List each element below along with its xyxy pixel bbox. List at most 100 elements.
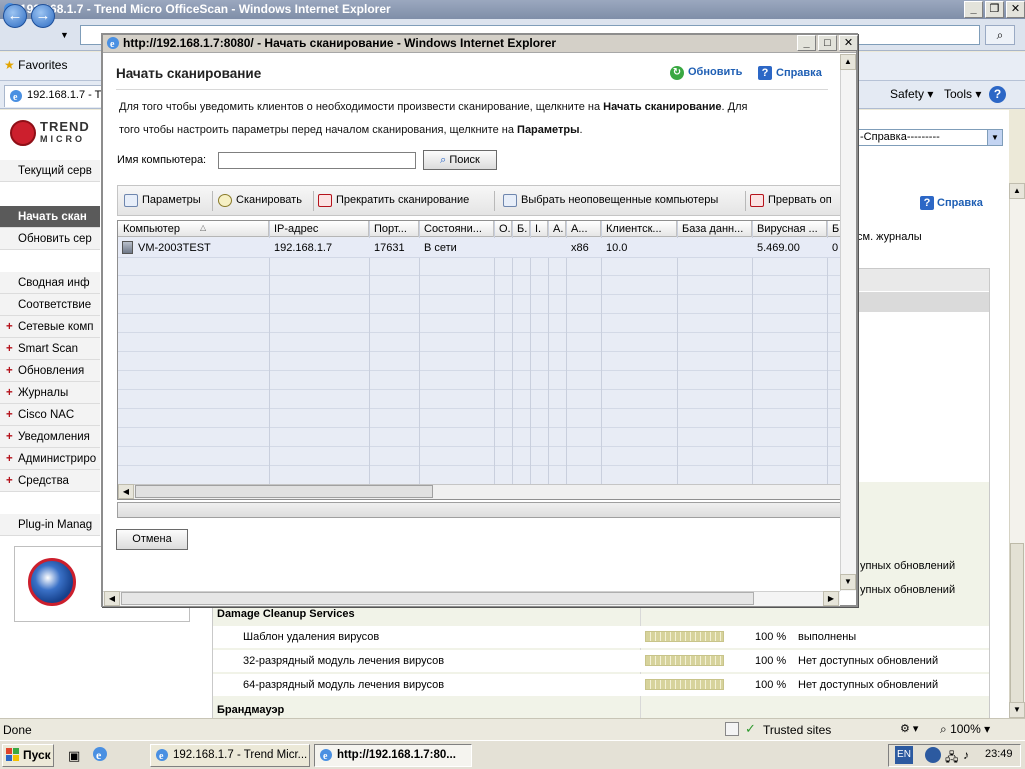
server-icon: [122, 241, 133, 254]
table-row[interactable]: VM-2003TEST 192.168.1.7 17631 В сети x86…: [118, 238, 840, 258]
officescan-tray-icon[interactable]: [925, 747, 941, 763]
minimize-icon[interactable]: _: [797, 35, 816, 51]
windows-logo-icon: [6, 748, 20, 762]
scroll-left-icon[interactable]: ◀: [118, 484, 134, 499]
scroll-up-icon[interactable]: ▲: [1009, 183, 1025, 199]
nav-item-notifications[interactable]: Уведомления: [0, 426, 100, 448]
progress-bar: [645, 655, 724, 666]
minimize-icon[interactable]: _: [964, 1, 983, 18]
nav-item-administration[interactable]: Администриро: [0, 448, 100, 470]
nav-item-smart-scan[interactable]: Smart Scan: [0, 338, 100, 360]
maximize-icon[interactable]: □: [818, 35, 837, 51]
scrollbar-thumb[interactable]: [121, 592, 754, 605]
column-header-computer[interactable]: Компьютер △: [118, 221, 269, 237]
scan-button[interactable]: Сканировать: [218, 192, 302, 210]
column-divider: [548, 221, 549, 484]
scroll-right-icon[interactable]: ▶: [823, 591, 839, 606]
scrollbar-thumb[interactable]: [135, 485, 433, 498]
magnifier-icon: [218, 194, 232, 207]
close-icon[interactable]: ✕: [1006, 1, 1025, 18]
close-icon[interactable]: ✕: [839, 35, 858, 51]
computer-name-input[interactable]: [218, 152, 416, 169]
nav-item-cisco-nac[interactable]: Cisco NAC: [0, 404, 100, 426]
refresh-link[interactable]: ↻ Обновить: [670, 66, 742, 80]
nav-item-plugin-manager[interactable]: Plug-in Manag: [0, 514, 100, 536]
nav-item-networked-computers[interactable]: Сетевые комп: [0, 316, 100, 338]
back-icon[interactable]: ←: [3, 4, 27, 28]
forward-icon[interactable]: →: [31, 4, 55, 28]
help-link[interactable]: ? Справка: [758, 66, 822, 80]
outer-window-titlebar[interactable]: e 192.168.1.7 - Trend Micro OfficeScan -…: [0, 0, 1025, 19]
security-icon[interactable]: [725, 722, 739, 736]
column-header-8[interactable]: А.: [548, 221, 566, 237]
select-unnotified-button[interactable]: Выбрать неоповещенные компьютеры: [503, 192, 718, 210]
column-header-5[interactable]: О.: [494, 221, 512, 237]
start-button[interactable]: Пуск: [2, 744, 54, 767]
browser-tab[interactable]: e 192.168.1.7 - T: [4, 85, 102, 107]
nav-item-updates[interactable]: Обновления: [0, 360, 100, 382]
popup-titlebar[interactable]: e http://192.168.1.7:8080/ - Начать скан…: [103, 35, 856, 53]
svg-text:e: e: [110, 39, 115, 50]
popup-window-controls: _ □ ✕: [797, 35, 858, 51]
scrollbar-thumb[interactable]: [1010, 543, 1024, 711]
quick-launch-desktop-icon[interactable]: ▣: [68, 748, 80, 764]
cell-ip: 192.168.1.7: [274, 242, 333, 254]
tools-menu[interactable]: Tools ▾: [944, 87, 981, 101]
column-header-client[interactable]: Клиентск...: [601, 221, 677, 237]
scroll-down-icon[interactable]: ▼: [840, 574, 856, 590]
column-divider: [369, 221, 370, 484]
nav-item-summary[interactable]: Сводная инф: [0, 272, 100, 294]
scroll-down-icon[interactable]: ▼: [1009, 702, 1025, 718]
grid-empty-rows: [118, 258, 840, 484]
trend-micro-logo-icon: [10, 120, 36, 146]
status-bar: Done ✓ Trusted sites ⚙ ▾ ⌕ 100% ▾: [0, 718, 1025, 740]
column-header-7[interactable]: I.: [530, 221, 548, 237]
network-icon[interactable]: 🖧: [945, 748, 958, 769]
help-dropdown[interactable]: -Справка--------- ▼: [857, 129, 1003, 146]
scroll-left-icon[interactable]: ◀: [104, 591, 120, 606]
cell-database: [677, 238, 752, 258]
settings-button[interactable]: Параметры: [124, 192, 201, 210]
sort-ascending-icon: △: [200, 223, 207, 232]
column-header-port[interactable]: Порт...: [369, 221, 419, 237]
nav-item-start-scan[interactable]: Начать скан: [0, 206, 100, 228]
safety-menu[interactable]: Safety ▾: [890, 87, 933, 101]
nav-item-tools[interactable]: Средства: [0, 470, 100, 492]
zoom-icon: ⌕: [940, 722, 951, 736]
scroll-up-icon[interactable]: ▲: [840, 54, 856, 70]
nav-item-current-server[interactable]: Текущий серв: [0, 160, 100, 182]
column-header-arch[interactable]: А...: [566, 221, 601, 237]
abort-operation-button[interactable]: Прервать оп: [750, 192, 832, 210]
cancel-button[interactable]: Отмена: [116, 529, 188, 550]
nav-item-update-server[interactable]: Обновить сер: [0, 228, 100, 250]
page-help-link[interactable]: ? Справка: [920, 196, 983, 210]
component-name: Шаблон удаления вирусов: [243, 631, 380, 643]
popup-vertical-scrollbar[interactable]: [840, 54, 856, 591]
column-header-6[interactable]: Б.: [512, 221, 530, 237]
protected-mode-icon[interactable]: ⚙ ▾: [900, 722, 918, 735]
nav-item-logs[interactable]: Журналы: [0, 382, 100, 404]
taskbar-button-popup[interactable]: e http://192.168.1.7:80...: [314, 744, 472, 767]
taskbar-button-officescan[interactable]: e 192.168.1.7 - Trend Micr...: [150, 744, 310, 767]
popup-title: http://192.168.1.7:8080/ - Начать сканир…: [123, 36, 557, 50]
zoom-button[interactable]: ⌕ 100% ▾: [940, 722, 990, 737]
help-icon[interactable]: ?: [989, 86, 1006, 103]
status-text: выполнены: [798, 631, 857, 643]
column-header-last[interactable]: Б: [827, 221, 840, 237]
favorites-button[interactable]: ★ Favorites: [4, 58, 67, 72]
volume-icon[interactable]: ♪: [963, 748, 969, 762]
search-icon[interactable]: ⌕: [985, 25, 1015, 45]
status-text: Нет доступных обновлений: [798, 679, 939, 691]
column-header-virus[interactable]: Вирусная ...: [752, 221, 827, 237]
grid-footer: [117, 502, 840, 518]
find-button[interactable]: ⌕ Поиск: [423, 150, 497, 170]
column-header-database[interactable]: База данн...: [677, 221, 752, 237]
stop-scan-button[interactable]: Прекратить сканирование: [318, 192, 469, 210]
history-dropdown-icon[interactable]: ▼: [60, 30, 69, 40]
column-header-ip[interactable]: IP-адрес: [269, 221, 369, 237]
nav-item-compliance[interactable]: Соответствие: [0, 294, 100, 316]
restore-icon[interactable]: ❐: [985, 1, 1004, 18]
column-header-state[interactable]: Состояни...: [419, 221, 494, 237]
quick-launch-ie-icon[interactable]: e: [92, 746, 108, 765]
toolbar-separator: [745, 191, 746, 211]
